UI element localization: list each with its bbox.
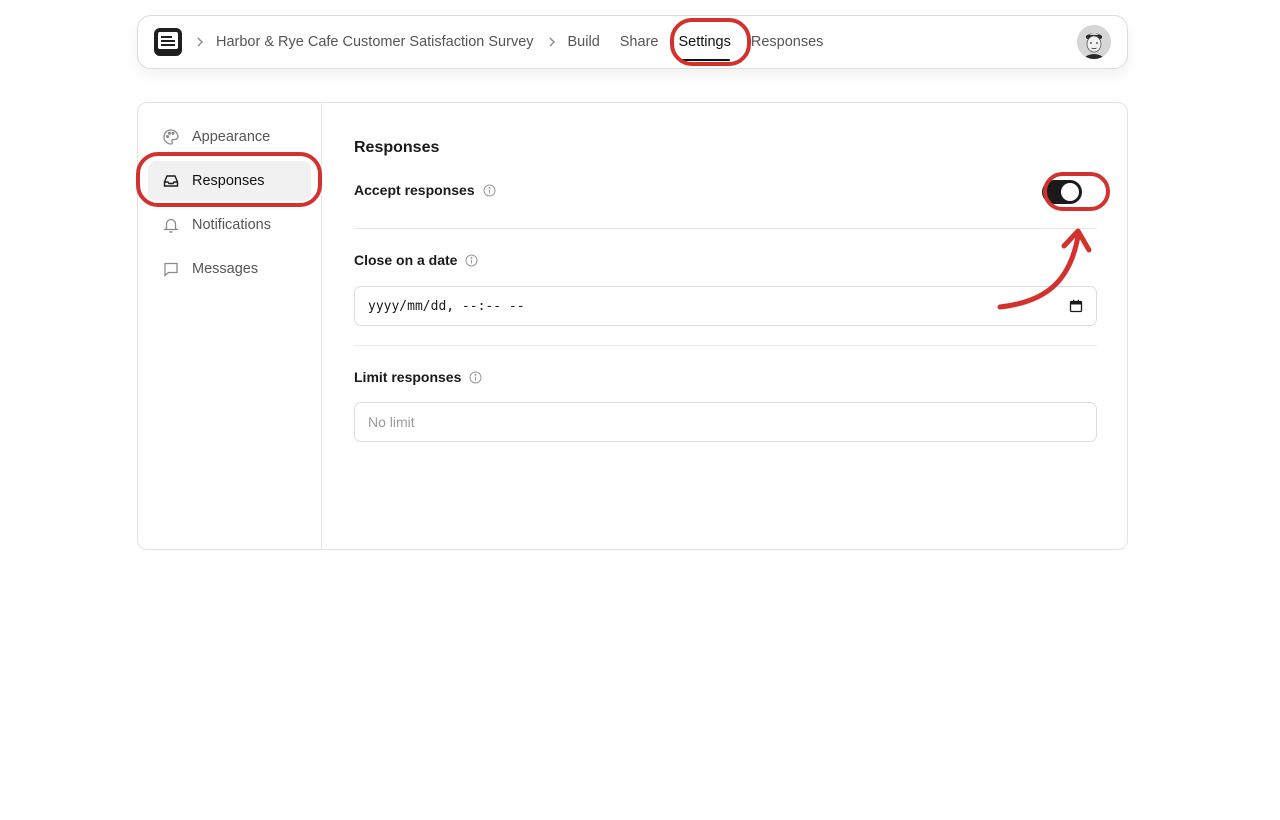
toggle-knob — [1061, 183, 1079, 201]
chevron-right-icon — [195, 37, 205, 47]
close-date-input[interactable]: yyyy/mm/dd, --:-- -- — [354, 286, 1097, 326]
divider — [354, 345, 1097, 346]
limit-responses-input[interactable]: No limit — [354, 402, 1097, 442]
breadcrumb-survey-title[interactable]: Harbor & Rye Cafe Customer Satisfaction … — [216, 34, 534, 50]
info-icon[interactable] — [483, 184, 496, 197]
limit-responses-label: Limit responses — [354, 369, 482, 385]
message-icon — [162, 260, 180, 278]
chevron-right-icon — [547, 37, 557, 47]
tab-settings[interactable]: Settings — [678, 34, 731, 61]
sidebar-item-label: Notifications — [192, 217, 271, 233]
accept-responses-toggle[interactable] — [1042, 180, 1082, 204]
settings-card: Appearance Responses Notifications Messa… — [137, 102, 1128, 550]
calendar-icon[interactable] — [1069, 299, 1083, 313]
close-on-date-label: Close on a date — [354, 252, 478, 268]
bell-icon — [162, 216, 180, 234]
top-bar: Harbor & Rye Cafe Customer Satisfaction … — [137, 15, 1128, 69]
divider — [354, 228, 1097, 229]
accept-responses-label: Accept responses — [354, 182, 496, 198]
sidebar-item-responses[interactable]: Responses — [148, 161, 311, 201]
sidebar-item-label: Responses — [192, 173, 265, 189]
form-logo-icon[interactable] — [154, 28, 182, 56]
palette-icon — [162, 128, 180, 146]
sidebar-item-messages[interactable]: Messages — [148, 249, 311, 289]
section-title: Responses — [354, 139, 440, 156]
sidebar-item-notifications[interactable]: Notifications — [148, 205, 311, 245]
sidebar-item-appearance[interactable]: Appearance — [148, 117, 311, 157]
settings-sidebar: Appearance Responses Notifications Messa… — [138, 103, 322, 549]
inbox-icon — [162, 172, 180, 190]
info-icon[interactable] — [469, 371, 482, 384]
tab-build[interactable]: Build — [568, 34, 600, 50]
tab-responses[interactable]: Responses — [751, 34, 824, 50]
info-icon[interactable] — [465, 254, 478, 267]
sidebar-item-label: Appearance — [192, 129, 271, 145]
tab-share[interactable]: Share — [620, 34, 659, 50]
avatar[interactable] — [1077, 25, 1111, 59]
sidebar-item-label: Messages — [192, 261, 259, 277]
